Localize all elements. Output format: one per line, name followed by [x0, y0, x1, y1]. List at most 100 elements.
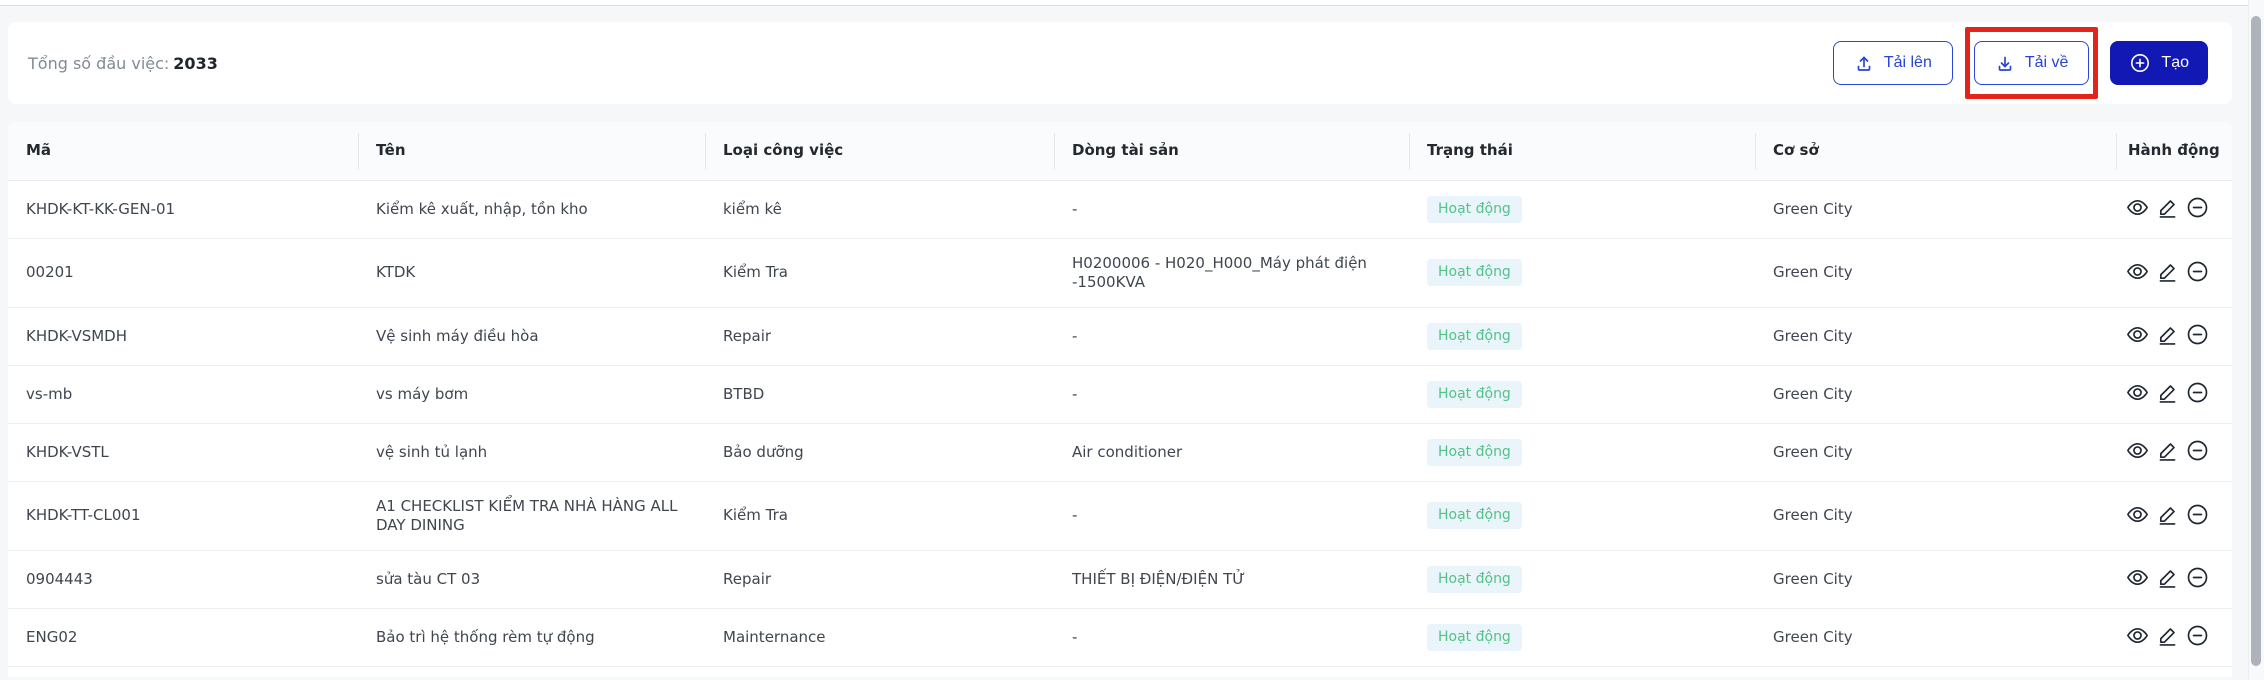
- total-count-label: Tổng số đầu việc:2033: [28, 54, 218, 73]
- view-button[interactable]: [2124, 323, 2150, 349]
- cell-actions: [2116, 238, 2232, 307]
- eye-icon: [2126, 439, 2149, 465]
- pencil-icon: [2156, 566, 2179, 592]
- toolbar: Tổng số đầu việc:2033 Tải lên: [8, 22, 2232, 104]
- download-icon: [1995, 53, 2015, 73]
- table-row: KHDK-KT-KK-GEN-01Kiểm kê xuất, nhập, tồn…: [8, 180, 2232, 238]
- table-row: 0904443sửa tàu CT 03RepairTHIẾT BỊ ĐIỆN/…: [8, 550, 2232, 608]
- cell-status: Hoạt động: [1409, 238, 1755, 307]
- column-header-asset-line: Dòng tài sản: [1054, 122, 1409, 180]
- deactivate-button[interactable]: [2184, 260, 2210, 286]
- edit-button[interactable]: [2154, 196, 2180, 222]
- column-header-code: Mã: [8, 122, 358, 180]
- view-button[interactable]: [2124, 439, 2150, 465]
- cell-site: Green City: [1755, 307, 2116, 365]
- edit-button[interactable]: [2154, 624, 2180, 650]
- minus-circle-icon: [2186, 381, 2209, 407]
- cell-asset-line: -: [1054, 481, 1409, 550]
- view-button[interactable]: [2124, 503, 2150, 529]
- upload-button[interactable]: Tải lên: [1833, 41, 1953, 85]
- view-button[interactable]: [2124, 381, 2150, 407]
- cell-name: sửa tàu CT 03: [358, 550, 705, 608]
- cell-code: KHDK-TT-CL001: [8, 481, 358, 550]
- table-row: 00201KTDKKiểm TraH0200006 - H020_H000_Má…: [8, 238, 2232, 307]
- cell-work-type: BTBD: [705, 365, 1054, 423]
- deactivate-button[interactable]: [2184, 381, 2210, 407]
- view-button[interactable]: [2124, 196, 2150, 222]
- cell-site: Green City: [1755, 481, 2116, 550]
- pencil-icon: [2156, 381, 2179, 407]
- cell-actions: [2116, 550, 2232, 608]
- cell-code: vs-mb: [8, 365, 358, 423]
- cell-asset-line: -: [1054, 307, 1409, 365]
- cell-asset-line: -: [1054, 608, 1409, 666]
- edit-button[interactable]: [2154, 503, 2180, 529]
- status-badge: Hoạt động: [1427, 381, 1522, 408]
- table-row: KHDK-VSTLvệ sinh tủ lạnhBảo dưỡngAir con…: [8, 423, 2232, 481]
- cell-name: Vệ sinh máy điều hòa: [358, 307, 705, 365]
- table-row: KHDK-VSMDHVệ sinh máy điều hòaRepair-Hoạ…: [8, 307, 2232, 365]
- vertical-scrollbar-thumb[interactable]: [2251, 16, 2261, 666]
- deactivate-button[interactable]: [2184, 566, 2210, 592]
- cell-work-type: Bảo dưỡng: [705, 423, 1054, 481]
- minus-circle-icon: [2186, 196, 2209, 222]
- cell-work-type: Kiểm Tra: [705, 481, 1054, 550]
- cell-status: Hoạt động: [1409, 365, 1755, 423]
- cell-work-type: Kiểm Tra: [705, 238, 1054, 307]
- view-button[interactable]: [2124, 624, 2150, 650]
- pencil-icon: [2156, 260, 2179, 286]
- edit-button[interactable]: [2154, 566, 2180, 592]
- cell-code: KHDK-KT-KK-GEN-01: [8, 180, 358, 238]
- cell-site: Green City: [1755, 365, 2116, 423]
- minus-circle-icon: [2186, 624, 2209, 650]
- status-badge: Hoạt động: [1427, 439, 1522, 466]
- cell-status: Hoạt động: [1409, 550, 1755, 608]
- status-badge: Hoạt động: [1427, 566, 1522, 593]
- cell-code: 0904443: [8, 550, 358, 608]
- pencil-icon: [2156, 196, 2179, 222]
- eye-icon: [2126, 260, 2149, 286]
- annotation-highlight-box: Tải về: [1965, 27, 2099, 99]
- pencil-icon: [2156, 624, 2179, 650]
- eye-icon: [2126, 196, 2149, 222]
- edit-button[interactable]: [2154, 323, 2180, 349]
- cell-asset-line: H0200006 - H020_H000_Máy phát điện -1500…: [1054, 238, 1409, 307]
- deactivate-button[interactable]: [2184, 439, 2210, 465]
- view-button[interactable]: [2124, 566, 2150, 592]
- deactivate-button[interactable]: [2184, 503, 2210, 529]
- plus-circle-icon: [2129, 52, 2151, 74]
- create-button[interactable]: Tạo: [2110, 41, 2208, 85]
- cell-name: Tổng vệ sinh Bếp Phủ Lý: [358, 666, 705, 677]
- pencil-icon: [2156, 439, 2179, 465]
- download-button-label: Tải về: [2025, 54, 2069, 72]
- cell-name: A1 CHECKLIST KIỂM TRA NHÀ HÀNG ALL DAY D…: [358, 481, 705, 550]
- edit-button[interactable]: [2154, 381, 2180, 407]
- work-items-table-card: Mã Tên Loại công việc Dòng tài sản Trạng…: [8, 122, 2232, 677]
- cell-name: Kiểm kê xuất, nhập, tồn kho: [358, 180, 705, 238]
- cell-work-type: Kiểm Tra: [705, 666, 1054, 677]
- cell-actions: [2116, 365, 2232, 423]
- deactivate-button[interactable]: [2184, 323, 2210, 349]
- create-button-label: Tạo: [2161, 54, 2189, 72]
- column-header-actions: Hành động: [2116, 122, 2232, 180]
- edit-button[interactable]: [2154, 260, 2180, 286]
- edit-button[interactable]: [2154, 439, 2180, 465]
- deactivate-button[interactable]: [2184, 196, 2210, 222]
- cell-actions: [2116, 180, 2232, 238]
- download-button[interactable]: Tải về: [1974, 41, 2090, 85]
- cell-asset-line: THIẾT BỊ ĐIỆN/ĐIỆN TỬ: [1054, 550, 1409, 608]
- cell-status: Hoạt động: [1409, 608, 1755, 666]
- column-header-name: Tên: [358, 122, 705, 180]
- view-button[interactable]: [2124, 260, 2150, 286]
- cell-code: KHDK-VSTL: [8, 423, 358, 481]
- deactivate-button[interactable]: [2184, 624, 2210, 650]
- cell-code: 00201: [8, 238, 358, 307]
- eye-icon: [2126, 381, 2149, 407]
- cell-site: Green City: [1755, 423, 2116, 481]
- cell-status: Hoạt động: [1409, 180, 1755, 238]
- cell-asset-line: -: [1054, 365, 1409, 423]
- upload-icon: [1854, 53, 1874, 73]
- cell-code: WO0974: [8, 666, 358, 677]
- status-badge: Hoạt động: [1427, 624, 1522, 651]
- vertical-scrollbar-track[interactable]: [2248, 0, 2264, 680]
